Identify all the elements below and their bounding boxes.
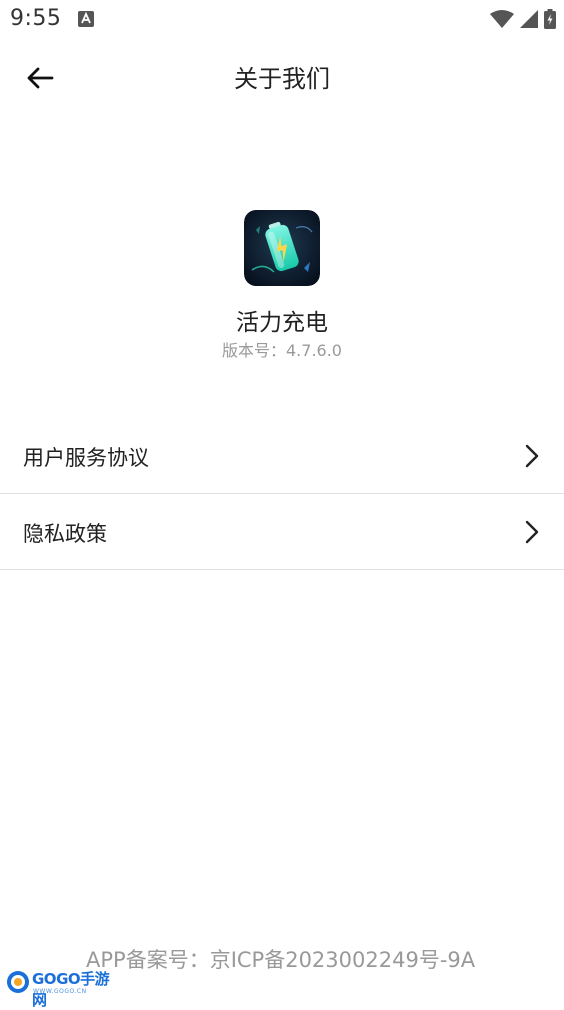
page-title: 关于我们 (234, 65, 330, 93)
gogo-logo-icon (7, 971, 29, 993)
menu-item-label: 用户服务协议 (23, 446, 149, 470)
settings-list: 用户服务协议 隐私政策 (0, 418, 564, 570)
battery-app-icon (244, 210, 320, 286)
app-name: 活力充电 (236, 310, 328, 336)
chevron-right-icon (525, 444, 539, 468)
watermark-logo: GOGO手游网 WWW.GOGO.CN (6, 966, 118, 1009)
watermark-url: WWW.GOGO.CN (33, 988, 87, 995)
chevron-right-icon (525, 520, 539, 544)
notification-a-icon (78, 11, 94, 27)
app-logo (244, 210, 320, 286)
privacy-policy-item[interactable]: 隐私政策 (0, 494, 564, 570)
icp-record-link[interactable]: APP备案号：京ICP备2023002249号-9A (86, 944, 475, 974)
status-icons (490, 8, 556, 30)
signal-icon (520, 10, 538, 28)
battery-icon (544, 9, 556, 29)
wifi-icon (490, 10, 514, 28)
user-agreement-item[interactable]: 用户服务协议 (0, 418, 564, 494)
app-version: 版本号：4.7.6.0 (222, 341, 342, 360)
header: 关于我们 (0, 38, 564, 114)
status-bar: 9:55 (0, 0, 564, 38)
status-time: 9:55 (10, 6, 62, 31)
menu-item-label: 隐私政策 (23, 522, 107, 546)
